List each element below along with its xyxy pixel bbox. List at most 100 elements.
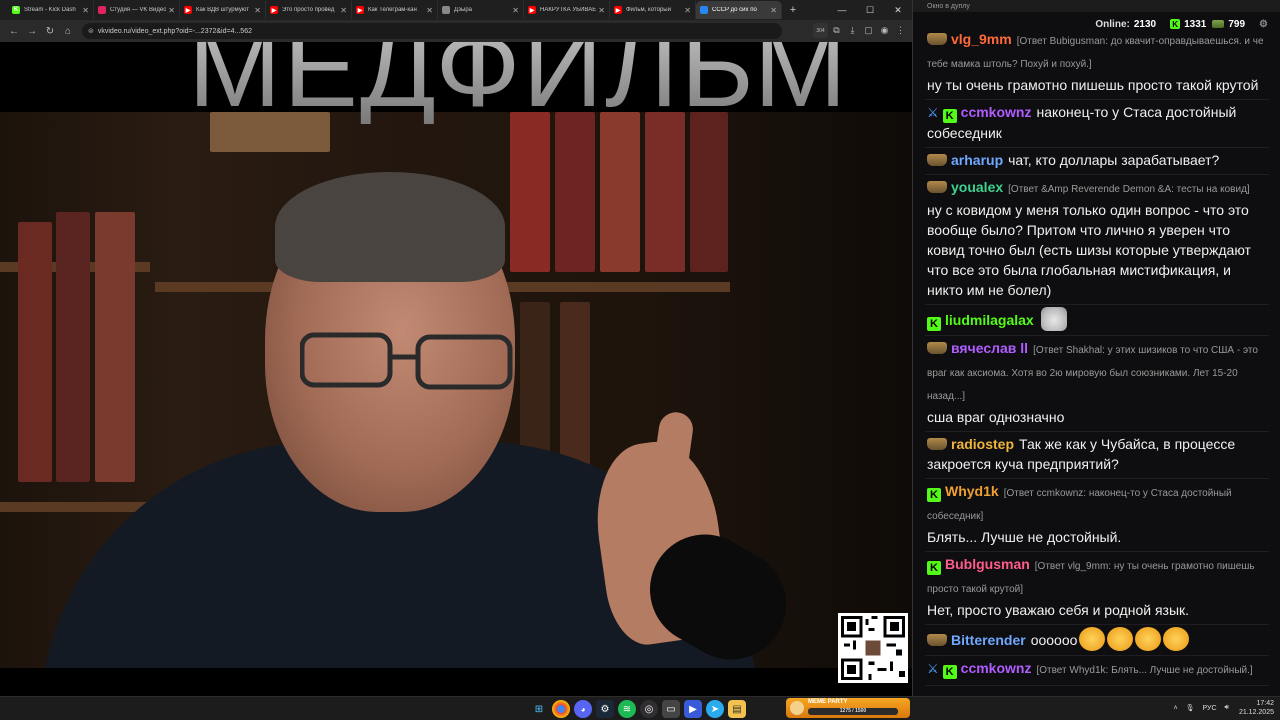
minimize-icon[interactable]: — xyxy=(828,0,856,20)
app-icon[interactable]: ▭ xyxy=(662,700,680,718)
clock-time: 17:42 xyxy=(1256,700,1274,707)
forward-arrow-icon[interactable]: → xyxy=(24,23,40,39)
discord-icon[interactable]: ◕ xyxy=(574,700,592,718)
tab-favicon-icon: ▶ xyxy=(356,6,364,14)
chat-message[interactable]: вячеслав ll [Ответ Shakhal: у этих шизико… xyxy=(925,336,1269,432)
chat-username[interactable]: arharup xyxy=(951,152,1003,168)
chat-message-text: чат, кто доллары зарабатывает? xyxy=(1008,152,1220,168)
laughing-emote-icon xyxy=(1135,627,1162,651)
chat-username[interactable]: ccmkownz xyxy=(961,660,1032,676)
chat-message[interactable]: Kliudmilagalax xyxy=(925,305,1269,336)
clock[interactable]: 17:42 21.12.2025 xyxy=(1239,699,1274,717)
chat-username[interactable]: vlg_9mm xyxy=(951,31,1012,47)
browser-tab[interactable]: ▶ НАКРУТКА УБИВАЕ ✕ xyxy=(524,1,610,19)
tab-favicon-icon xyxy=(98,6,106,14)
browser-tab[interactable]: Студия — VK Видео ✕ xyxy=(94,1,180,19)
reload-icon[interactable]: ↻ xyxy=(42,23,58,39)
chat-message[interactable]: K Whyd1k [Ответ ccmkownz: наконец-то у Ста… xyxy=(925,479,1269,552)
close-icon[interactable]: ✕ xyxy=(884,0,912,20)
volume-icon[interactable]: 🔊︎ xyxy=(1225,704,1229,712)
kick-badge-icon: K xyxy=(927,561,941,575)
tab-favicon-icon xyxy=(442,6,450,14)
chat-message[interactable]: K Bublgusman [Ответ vlg_9mm: ну ты очень г… xyxy=(925,552,1269,625)
chat-message-text: оооооо xyxy=(1030,632,1078,648)
browser-tab[interactable]: ▶ Это просто провед ✕ xyxy=(266,1,352,19)
chat-message[interactable]: ⚔ Kccmkownz [Ответ Whyd1k: Блять... Лучше … xyxy=(925,656,1269,686)
chat-message-text: Нет, просто уважаю себя и родной язык. xyxy=(927,602,1190,618)
obs-icon[interactable]: ◎ xyxy=(640,700,658,718)
browser-window: K Stream - Kick Dash ✕ Студия — VK Видео ✕ ▶ К… xyxy=(0,0,912,696)
chat-message[interactable]: arharup чат, кто доллары зарабатывает? xyxy=(925,148,1269,175)
chat-username[interactable]: ccmkownz xyxy=(961,104,1032,120)
start-menu-icon[interactable]: ⊞ xyxy=(530,700,548,718)
address-bar[interactable]: ⊜ vkvideo.ru/video_ext.php?oid=-...2372&… xyxy=(82,23,782,39)
chat-message[interactable]: radiostep Так же как у Чубайса, в процесс… xyxy=(925,432,1269,479)
tab-close-icon[interactable]: ✕ xyxy=(684,6,691,15)
tab-close-icon[interactable]: ✕ xyxy=(340,6,347,15)
glasses-icon xyxy=(300,332,513,390)
browser-tab[interactable]: ▶ Как ВДВ штурмуют ✕ xyxy=(180,1,266,19)
new-tab-button[interactable]: + xyxy=(786,4,800,16)
chat-username[interactable]: Bublgusman xyxy=(945,556,1030,572)
browser-tab[interactable]: ▶ Как Телеграм-кан ✕ xyxy=(352,1,438,19)
browser-tab[interactable]: СССР до сих по ✕ xyxy=(696,1,782,19)
tab-title: Дзыра xyxy=(454,7,472,13)
reply-quote[interactable]: [Ответ &Amp Reverende Demon &A: тесты на… xyxy=(1008,184,1250,195)
chat-message[interactable]: Bitterender оооооо xyxy=(925,625,1269,656)
chat-message[interactable]: ⚔ Kccmkownz наконец-то у Стаса достойный с… xyxy=(925,100,1269,148)
chat-username[interactable]: youalex xyxy=(951,179,1003,195)
tab-title: Stream - Kick Dash xyxy=(24,7,76,13)
extension-badge-icon[interactable]: 304 xyxy=(813,23,828,38)
browser-tab[interactable]: ▶ Фильм, который ✕ xyxy=(610,1,696,19)
chat-username[interactable]: Whyd1k xyxy=(945,483,999,499)
chat-username[interactable]: вячеслав ll xyxy=(951,340,1028,356)
kick-badge-icon: K xyxy=(942,109,957,123)
explorer-icon[interactable]: ▤ xyxy=(728,700,746,718)
chat-window: Окно в дуплу Online: 2130 K 1331 799 ⚙ v… xyxy=(912,0,1280,696)
site-info-icon[interactable]: ⊜ xyxy=(88,27,94,35)
chevron-up-icon[interactable]: ˄ xyxy=(1174,705,1178,712)
tab-close-icon[interactable]: ✕ xyxy=(168,6,175,15)
meme-party-widget[interactable]: MEME PARTY 1275 / 1500 xyxy=(786,698,910,718)
chat-username[interactable]: Bitterender xyxy=(951,632,1026,648)
home-icon[interactable]: ⌂ xyxy=(60,23,76,39)
menu-icon[interactable]: ⋮ xyxy=(893,23,908,38)
tab-close-icon[interactable]: ✕ xyxy=(598,6,605,15)
steam-icon[interactable]: ⚙ xyxy=(596,700,614,718)
spotify-icon[interactable]: ≋ xyxy=(618,700,636,718)
telegram-icon[interactable]: ➤ xyxy=(706,700,724,718)
url-text: vkvideo.ru/video_ext.php?oid=-...2372&id… xyxy=(97,27,252,35)
browser-tab[interactable]: K Stream - Kick Dash ✕ xyxy=(8,1,94,19)
extensions-icon[interactable]: ⧉ xyxy=(829,23,844,38)
reply-quote[interactable]: [Ответ Whyd1k: Блять... Лучше не достойн… xyxy=(1036,665,1252,676)
profile-icon[interactable]: ◉ xyxy=(877,23,892,38)
tab-close-icon[interactable]: ✕ xyxy=(512,6,519,15)
microphone-icon[interactable]: 🎙︎ xyxy=(1186,704,1195,712)
subscriber-hat-icon xyxy=(927,33,947,45)
chat-message[interactable]: youalex [Ответ &Amp Reverende Demon &A: т… xyxy=(925,175,1269,305)
tab-close-icon[interactable]: ✕ xyxy=(770,6,777,15)
tab-strip: K Stream - Kick Dash ✕ Студия — VK Видео ✕ ▶ К… xyxy=(0,0,912,20)
meme-party-progress: 1275 / 1500 xyxy=(808,708,898,715)
video-player[interactable] xyxy=(0,112,912,668)
lang-indicator[interactable]: РУС xyxy=(1203,705,1217,712)
tab-close-icon[interactable]: ✕ xyxy=(426,6,433,15)
browser-tab[interactable]: Дзыра ✕ xyxy=(438,1,524,19)
kick-badge-icon: K xyxy=(927,317,941,331)
page-content: МЕДФИЛЬМ xyxy=(0,42,912,696)
player-icon[interactable]: ▶ xyxy=(684,700,702,718)
chat-message[interactable]: vlg_9mm [Ответ Bubigusman: до квачит-опра… xyxy=(925,27,1269,100)
split-view-icon[interactable]: ▢ xyxy=(861,23,876,38)
tab-close-icon[interactable]: ✕ xyxy=(82,6,89,15)
chat-username[interactable]: radiostep xyxy=(951,436,1014,452)
maximize-icon[interactable]: ☐ xyxy=(856,0,884,20)
chat-username[interactable]: liudmilagalax xyxy=(945,312,1034,328)
chrome-icon[interactable] xyxy=(552,700,570,718)
browser-toolbar: ← → ↻ ⌂ ⊜ vkvideo.ru/video_ext.php?oid=-… xyxy=(0,20,912,42)
tab-close-icon[interactable]: ✕ xyxy=(254,6,261,15)
back-arrow-icon[interactable]: ← xyxy=(6,23,22,39)
kick-badge-icon: K xyxy=(927,488,941,502)
chat-message-list[interactable]: vlg_9mm [Ответ Bubigusman: до квачит-опра… xyxy=(913,27,1280,696)
download-icon[interactable]: ⤓ xyxy=(845,23,860,38)
tab-favicon-icon: K xyxy=(12,6,20,14)
